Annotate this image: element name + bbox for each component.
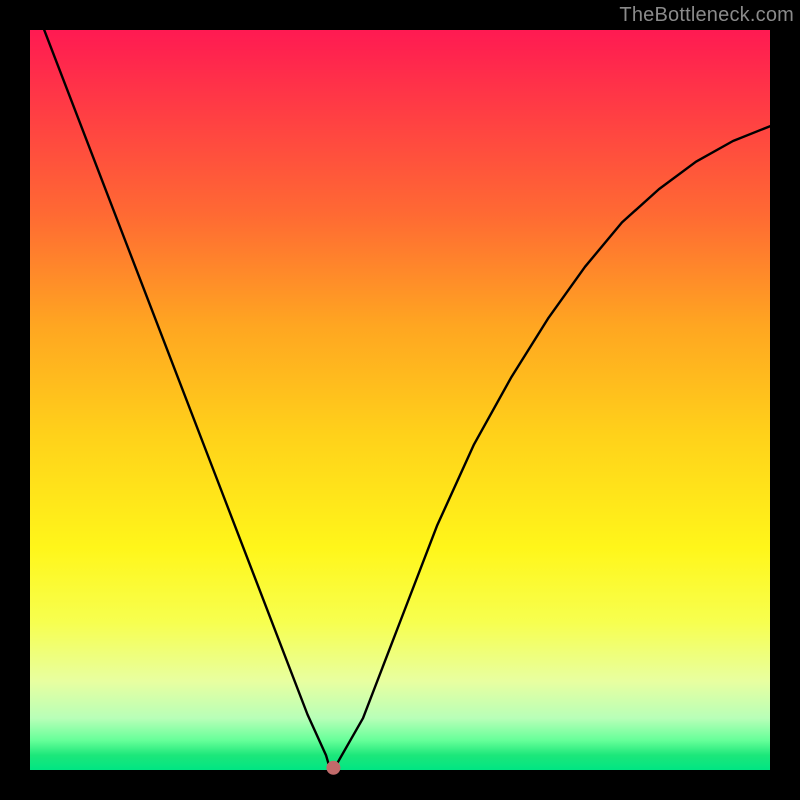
chart-frame: TheBottleneck.com — [0, 0, 800, 800]
curve-svg — [30, 30, 770, 770]
watermark-text: TheBottleneck.com — [619, 4, 794, 27]
bottleneck-curve — [30, 0, 770, 770]
min-point-marker — [326, 761, 340, 775]
plot-area — [30, 30, 770, 770]
